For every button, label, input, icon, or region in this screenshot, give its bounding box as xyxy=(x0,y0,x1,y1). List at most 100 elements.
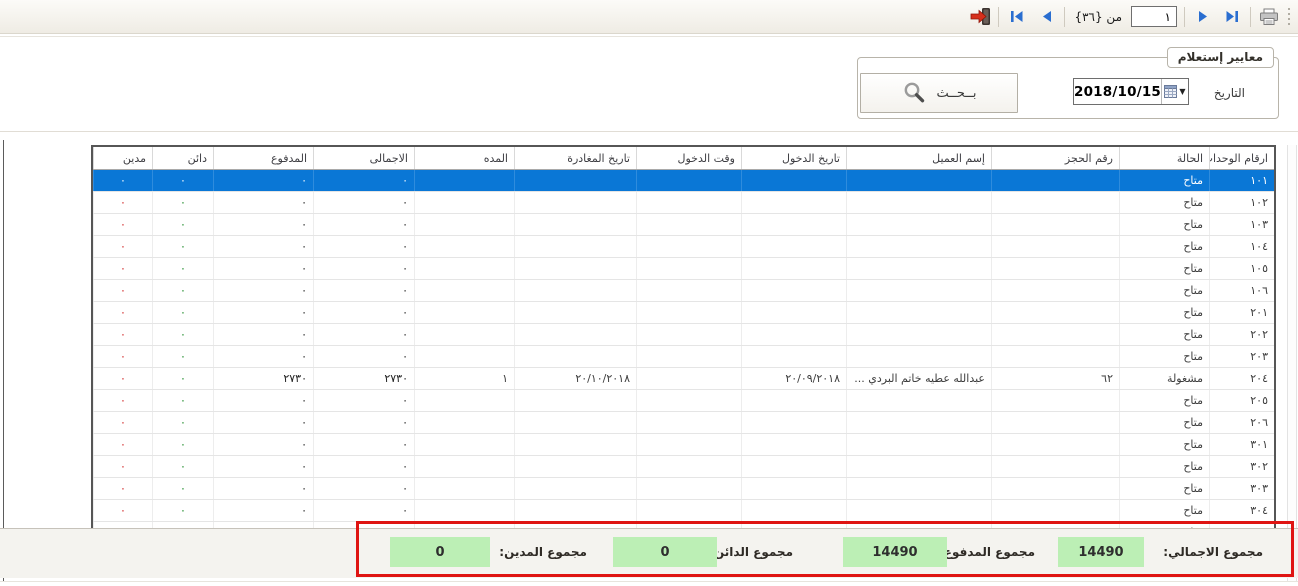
cell-credit: ٠ xyxy=(152,302,213,323)
cell-checkin_time xyxy=(636,302,741,323)
table-row[interactable]: ٣٠٣متاح٠٠٠٠ xyxy=(93,478,1274,500)
table-row[interactable]: ٢٠١متاح٠٠٠٠ xyxy=(93,302,1274,324)
cell-status: متاح xyxy=(1119,236,1209,257)
page-count-label: من {٣٦} xyxy=(1072,10,1124,24)
cell-booking_no xyxy=(991,390,1119,411)
cell-checkin_time xyxy=(636,280,741,301)
cell-units: ١٠٢ xyxy=(1209,192,1274,213)
cell-credit: ٠ xyxy=(152,214,213,235)
column-header-units[interactable]: ارقام الوحدات xyxy=(1209,147,1274,169)
cell-checkout_date xyxy=(514,324,636,345)
date-value[interactable]: 2018/10/15 xyxy=(1074,79,1161,104)
panel-left-border xyxy=(3,140,4,581)
table-row[interactable]: ٢٠٥متاح٠٠٠٠ xyxy=(93,390,1274,412)
cell-duration xyxy=(414,170,514,191)
table-row[interactable]: ٣٠١متاح٠٠٠٠ xyxy=(93,434,1274,456)
prev-page-button[interactable] xyxy=(1035,6,1057,28)
exit-button[interactable] xyxy=(969,6,991,28)
cell-credit: ٠ xyxy=(152,280,213,301)
cell-duration xyxy=(414,324,514,345)
cell-checkout_date xyxy=(514,170,636,191)
table-row[interactable]: ٢٠٦متاح٠٠٠٠ xyxy=(93,412,1274,434)
cell-booking_no xyxy=(991,478,1119,499)
table-row[interactable]: ١٠٥متاح٠٠٠٠ xyxy=(93,258,1274,280)
cell-checkin_time xyxy=(636,478,741,499)
print-button[interactable] xyxy=(1258,6,1280,28)
cell-checkin_date xyxy=(741,390,846,411)
column-header-checkin_date[interactable]: تاريخ الدخول xyxy=(741,147,846,169)
cell-customer xyxy=(846,280,991,301)
column-header-paid[interactable]: المدفوع xyxy=(213,147,313,169)
debit-sum-label: مجموع المدين: xyxy=(499,545,587,559)
toolbar-grip-icon[interactable] xyxy=(1287,8,1293,25)
search-button[interactable]: بــحــث xyxy=(860,73,1018,113)
cell-checkin_date xyxy=(741,500,846,521)
cell-checkin_time xyxy=(636,368,741,389)
column-header-checkout_date[interactable]: تاريخ المغادرة xyxy=(514,147,636,169)
last-page-button[interactable] xyxy=(1221,6,1243,28)
column-header-status[interactable]: الحالة xyxy=(1119,147,1209,169)
cell-units: ٢٠٣ xyxy=(1209,346,1274,367)
cell-checkin_date: ٢٠/٠٩/٢٠١٨ xyxy=(741,368,846,389)
next-page-icon xyxy=(1198,10,1209,23)
table-row[interactable]: ١٠٢متاح٠٠٠٠ xyxy=(93,192,1274,214)
table-row[interactable]: ١٠١متاح٠٠٠٠ xyxy=(93,170,1274,192)
next-page-button[interactable] xyxy=(1192,6,1214,28)
cell-total: ٠ xyxy=(313,390,414,411)
grid-header: ارقام الوحداتالحالةرقم الحجزإسم العميلتا… xyxy=(93,147,1274,170)
cell-units: ٣٠١ xyxy=(1209,434,1274,455)
first-page-button[interactable] xyxy=(1006,6,1028,28)
table-row[interactable]: ٢٠٣متاح٠٠٠٠ xyxy=(93,346,1274,368)
cell-status: متاح xyxy=(1119,214,1209,235)
column-header-duration[interactable]: المده xyxy=(414,147,514,169)
cell-booking_no xyxy=(991,346,1119,367)
page-number-input[interactable] xyxy=(1131,6,1177,27)
navigation-toolbar: من {٣٦} xyxy=(0,0,1298,34)
cell-customer xyxy=(846,214,991,235)
cell-credit: ٠ xyxy=(152,456,213,477)
cell-status: متاح xyxy=(1119,258,1209,279)
cell-booking_no xyxy=(991,214,1119,235)
cell-total: ٠ xyxy=(313,412,414,433)
cell-status: متاح xyxy=(1119,478,1209,499)
cell-checkin_date xyxy=(741,236,846,257)
cell-checkin_date xyxy=(741,434,846,455)
cell-credit: ٠ xyxy=(152,258,213,279)
cell-booking_no xyxy=(991,302,1119,323)
vertical-scrollbar[interactable] xyxy=(1287,145,1297,581)
cell-checkin_date xyxy=(741,170,846,191)
cell-paid: ٠ xyxy=(213,324,313,345)
table-row[interactable]: ١٠٤متاح٠٠٠٠ xyxy=(93,236,1274,258)
reservations-query-window: { "toolbar": { "page_value": "١", "of_la… xyxy=(0,0,1298,586)
cell-units: ٣٠٣ xyxy=(1209,478,1274,499)
column-header-booking_no[interactable]: رقم الحجز xyxy=(991,147,1119,169)
cell-debit: ٠ xyxy=(93,170,152,191)
table-row[interactable]: ٢٠٢متاح٠٠٠٠ xyxy=(93,324,1274,346)
cell-status: متاح xyxy=(1119,280,1209,301)
cell-credit: ٠ xyxy=(152,368,213,389)
cell-checkout_date xyxy=(514,456,636,477)
cell-paid: ٢٧٣٠ xyxy=(213,368,313,389)
cell-paid: ٠ xyxy=(213,390,313,411)
cell-duration xyxy=(414,346,514,367)
cell-credit: ٠ xyxy=(152,192,213,213)
column-header-total[interactable]: الاجمالى xyxy=(313,147,414,169)
table-row[interactable]: ١٠٣متاح٠٠٠٠ xyxy=(93,214,1274,236)
table-row[interactable]: ٣٠٤متاح٠٠٠٠ xyxy=(93,500,1274,522)
column-header-checkin_time[interactable]: وقت الدخول xyxy=(636,147,741,169)
cell-booking_no xyxy=(991,500,1119,521)
cell-units: ١٠١ xyxy=(1209,170,1274,191)
cell-units: ٢٠٦ xyxy=(1209,412,1274,433)
cell-duration: ١ xyxy=(414,368,514,389)
cell-units: ٣٠٤ xyxy=(1209,500,1274,521)
table-row[interactable]: ٣٠٢متاح٠٠٠٠ xyxy=(93,456,1274,478)
table-row[interactable]: ١٠٦متاح٠٠٠٠ xyxy=(93,280,1274,302)
cell-total: ٠ xyxy=(313,346,414,367)
date-dropdown-button[interactable]: ▼ xyxy=(1161,79,1188,104)
date-picker[interactable]: 2018/10/15 ▼ xyxy=(1073,78,1189,105)
column-header-credit[interactable]: دائن xyxy=(152,147,213,169)
cell-customer xyxy=(846,346,991,367)
column-header-debit[interactable]: مدين xyxy=(93,147,152,169)
table-row[interactable]: ٢٠٤مشغولة٦٢عبدالله عطيه خاتم البردي ...٢… xyxy=(93,368,1274,390)
column-header-customer[interactable]: إسم العميل xyxy=(846,147,991,169)
